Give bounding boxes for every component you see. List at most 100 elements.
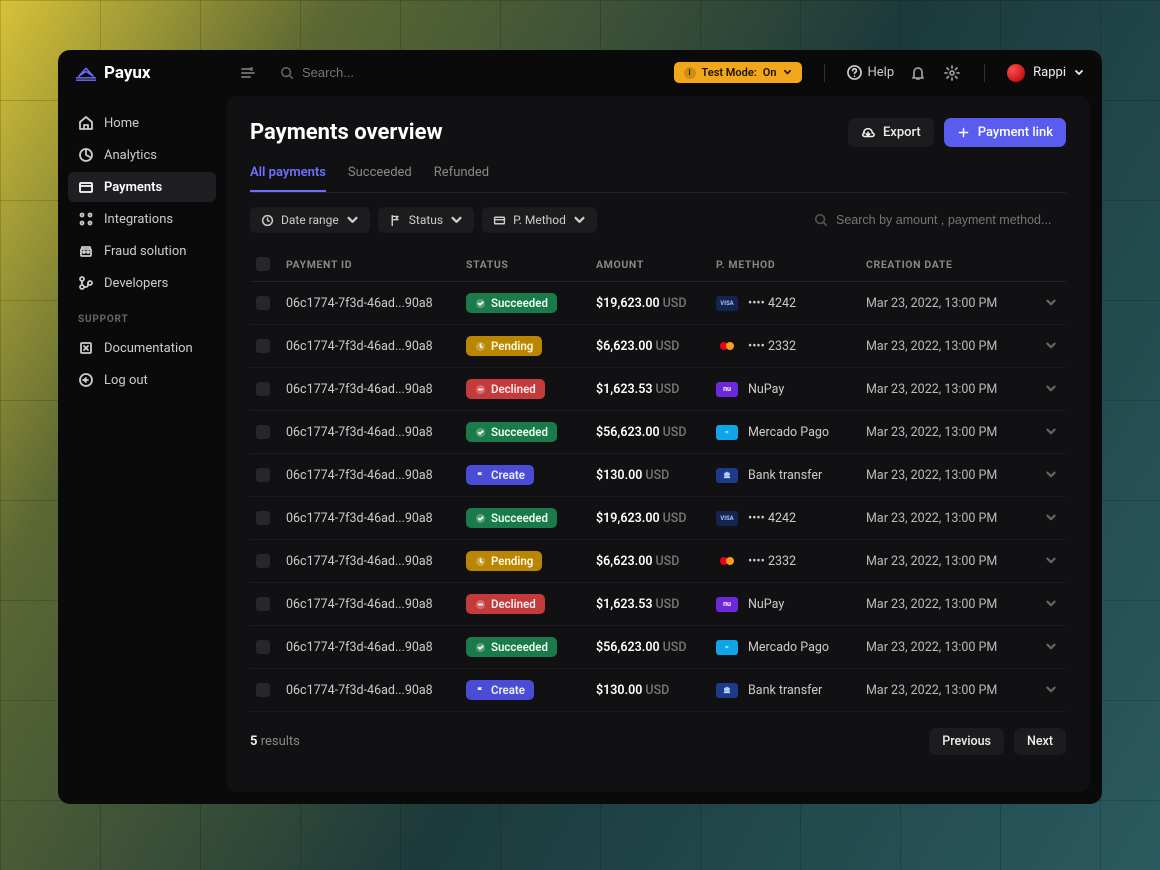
cell-method: VISA•••• 4242 [716,296,866,311]
cell-method: •••• 2332 [716,339,866,354]
table-row[interactable]: 06c1774-7f3d-46ad...90a8 Declined $1,623… [250,583,1066,626]
cell-date: Mar 23, 2022, 13:00 PM [866,339,1036,354]
payments-icon [78,179,94,195]
filter-date-range[interactable]: Date range [250,207,370,233]
sidebar-item-label: Payments [104,180,162,195]
table-row[interactable]: 06c1774-7f3d-46ad...90a8 Succeeded $19,6… [250,497,1066,540]
table-row[interactable]: 06c1774-7f3d-46ad...90a8 Create $130.00U… [250,454,1066,497]
expand-row-button[interactable] [1036,297,1066,309]
info-icon: i [684,67,696,79]
sidebar: Home Analytics Payments Integrations Fra… [58,96,226,804]
settings-button[interactable] [942,63,962,83]
tab-succeeded[interactable]: Succeeded [348,165,412,192]
row-checkbox[interactable] [256,339,270,353]
table-row[interactable]: 06c1774-7f3d-46ad...90a8 Create $130.00U… [250,669,1066,712]
filter-method[interactable]: P. Method [482,207,597,233]
sidebar-item-developers[interactable]: Developers [68,268,216,298]
table-search[interactable] [814,213,1066,227]
row-checkbox[interactable] [256,597,270,611]
sidebar-item-analytics[interactable]: Analytics [68,140,216,170]
select-all-checkbox[interactable] [256,257,270,271]
expand-row-button[interactable] [1036,512,1066,524]
row-checkbox[interactable] [256,554,270,568]
test-mode-toggle[interactable]: i Test Mode: On [674,62,802,83]
table-row[interactable]: 06c1774-7f3d-46ad...90a8 Pending $6,623.… [250,540,1066,583]
sidebar-item-documentation[interactable]: Documentation [68,333,216,363]
sidebar-item-home[interactable]: Home [68,108,216,138]
sidebar-item-integrations[interactable]: Integrations [68,204,216,234]
expand-row-button[interactable] [1036,684,1066,696]
developers-icon [78,275,94,291]
help-button[interactable]: Help [847,65,895,80]
expand-row-button[interactable] [1036,340,1066,352]
cell-date: Mar 23, 2022, 13:00 PM [866,597,1036,612]
table-row[interactable]: 06c1774-7f3d-46ad...90a8 Succeeded $56,6… [250,626,1066,669]
user-menu[interactable]: Rappi [1007,64,1084,82]
table-row[interactable]: 06c1774-7f3d-46ad...90a8 Succeeded $19,6… [250,282,1066,325]
collapse-sidebar-icon[interactable] [240,65,256,81]
cell-method: nuNuPay [716,597,866,612]
notifications-button[interactable] [908,63,928,83]
payment-method-icon: VISA [716,511,738,526]
col-method: P. METHOD [716,258,866,271]
status-badge: Create [466,465,534,485]
previous-button[interactable]: Previous [929,728,1004,755]
cell-amount: $1,623.53USD [596,597,716,612]
row-checkbox[interactable] [256,511,270,525]
row-checkbox[interactable] [256,468,270,482]
table-row[interactable]: 06c1774-7f3d-46ad...90a8 Pending $6,623.… [250,325,1066,368]
integrations-icon [78,211,94,227]
next-button[interactable]: Next [1014,728,1066,755]
sidebar-item-fraud[interactable]: Fraud solution [68,236,216,266]
table-search-input[interactable] [836,213,1066,227]
payment-link-button[interactable]: Payment link [944,118,1066,147]
cell-method: •••• 2332 [716,554,866,569]
cell-payment-id: 06c1774-7f3d-46ad...90a8 [286,425,466,440]
export-button[interactable]: Export [848,118,934,147]
cell-amount: $56,623.00USD [596,425,716,440]
bell-icon [910,65,926,81]
chevron-down-icon [1074,68,1084,78]
help-label: Help [868,65,895,80]
sidebar-item-payments[interactable]: Payments [68,172,216,202]
expand-row-button[interactable] [1036,383,1066,395]
global-search-input[interactable] [302,65,502,80]
status-badge: Declined [466,379,545,399]
row-checkbox[interactable] [256,640,270,654]
filter-label: Date range [281,213,339,227]
sidebar-item-logout[interactable]: Log out [68,365,216,395]
tab-refunded[interactable]: Refunded [434,165,489,192]
analytics-icon [78,147,94,163]
row-checkbox[interactable] [256,382,270,396]
filter-label: P. Method [513,213,566,227]
cell-date: Mar 23, 2022, 13:00 PM [866,425,1036,440]
expand-row-button[interactable] [1036,641,1066,653]
brand[interactable]: Payux [76,63,226,83]
logout-icon [78,372,94,388]
row-checkbox[interactable] [256,425,270,439]
payment-method-icon: 🏛 [716,468,738,483]
payment-method-icon: VISA [716,296,738,311]
chevron-down-icon [783,68,792,77]
filters-row: Date range Status P. Method [250,207,1066,233]
expand-row-button[interactable] [1036,426,1066,438]
cell-payment-id: 06c1774-7f3d-46ad...90a8 [286,683,466,698]
payment-method-icon [716,339,738,354]
filter-status[interactable]: Status [378,207,474,233]
col-date: CREATION DATE [866,258,1036,271]
shield-icon [78,243,94,259]
expand-row-button[interactable] [1036,555,1066,567]
sidebar-section-header: SUPPORT [68,300,216,331]
row-checkbox[interactable] [256,683,270,697]
cell-amount: $130.00USD [596,683,716,698]
global-search[interactable] [270,65,660,80]
table-row[interactable]: 06c1774-7f3d-46ad...90a8 Declined $1,623… [250,368,1066,411]
expand-row-button[interactable] [1036,598,1066,610]
sidebar-item-label: Log out [104,373,148,388]
cell-amount: $6,623.00USD [596,339,716,354]
payments-table: PAYMENT ID STATUS AMOUNT P. METHOD CREAT… [250,247,1066,712]
tab-all-payments[interactable]: All payments [250,165,326,192]
expand-row-button[interactable] [1036,469,1066,481]
table-row[interactable]: 06c1774-7f3d-46ad...90a8 Succeeded $56,6… [250,411,1066,454]
row-checkbox[interactable] [256,296,270,310]
